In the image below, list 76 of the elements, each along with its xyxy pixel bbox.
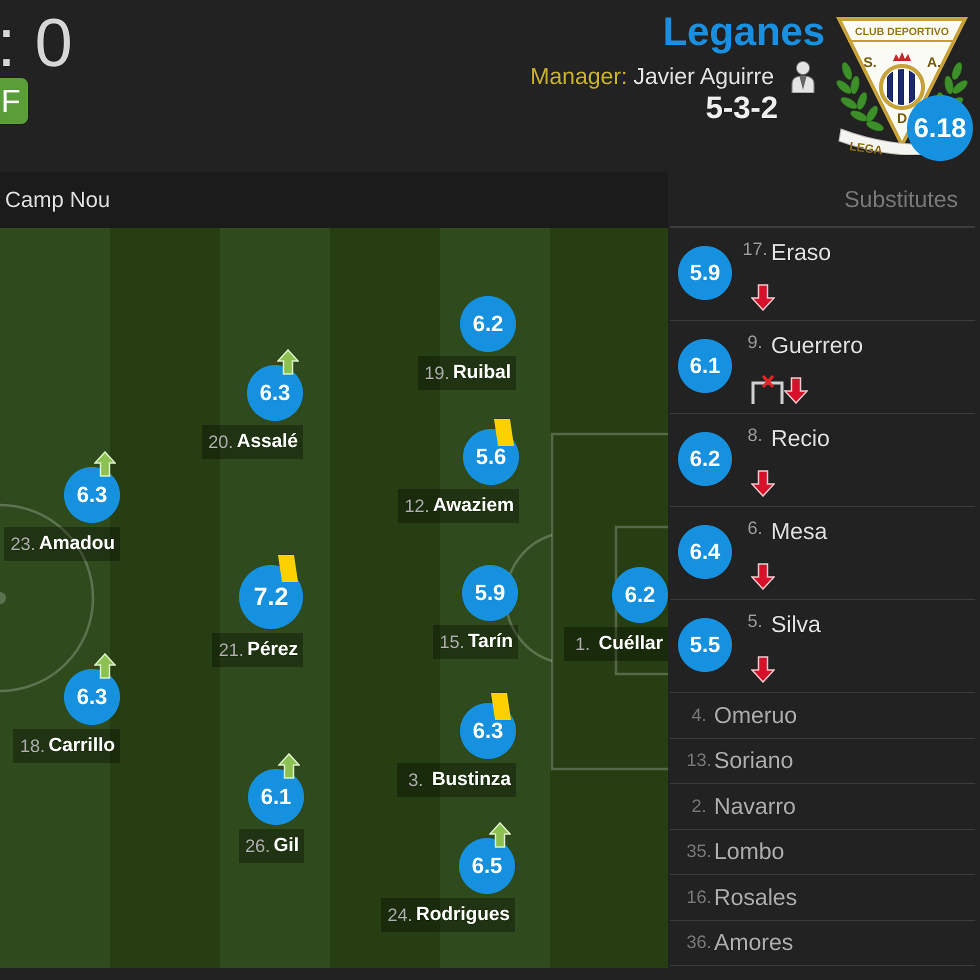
crest-letter: D	[896, 110, 908, 126]
player-rating: 6.5	[459, 838, 515, 894]
player-name[interactable]: Bustinza	[432, 769, 511, 791]
shirt-number: 23.	[9, 534, 37, 554]
player-rating: 5.9	[678, 246, 732, 300]
player-name[interactable]: Navarro	[714, 792, 796, 820]
player-rating: 6.3	[64, 669, 120, 725]
player-name[interactable]: Gil	[274, 835, 299, 857]
player-name[interactable]: Ruibal	[452, 362, 511, 384]
player-rating: 6.3	[460, 703, 516, 759]
venue-name: Camp Nou	[5, 187, 110, 213]
player-name[interactable]: Cuéllar	[598, 633, 663, 655]
player-name[interactable]: Eraso	[771, 238, 832, 266]
player-rating: 6.1	[678, 339, 732, 393]
shirt-number: 6.	[746, 517, 764, 539]
player-name[interactable]: Amores	[714, 929, 794, 956]
manager-name: Javier Aguirre	[633, 63, 774, 90]
shirt-number: 16.	[686, 886, 712, 908]
player-name[interactable]: Awaziem	[433, 495, 514, 517]
formation: 5-3-2	[706, 91, 778, 125]
player-rating: 6.2	[460, 296, 516, 352]
shirt-number: 18.	[18, 736, 46, 756]
shirt-number: 15.	[438, 632, 466, 652]
match-status-badge: F	[0, 78, 28, 124]
person-icon	[791, 60, 815, 93]
shirt-number: 36.	[686, 932, 712, 954]
player-name[interactable]: Recio	[771, 424, 830, 452]
player-rating: 6.4	[678, 525, 732, 579]
shirt-number: 9.	[746, 331, 764, 353]
shirt-number: 19.	[423, 362, 450, 384]
shirt-number: 12.	[404, 496, 431, 516]
shirt-number: 4.	[690, 704, 708, 726]
player-rating: 6.2	[678, 432, 732, 486]
player-rating: 5.6	[463, 429, 519, 485]
shirt-number: 2.	[690, 796, 708, 817]
manager-label: Manager:	[530, 63, 628, 90]
shirt-number: 21.	[218, 640, 245, 660]
shirt-number: 1.	[574, 634, 592, 654]
player-name[interactable]: Silva	[771, 610, 821, 638]
shirt-number: 35.	[686, 841, 712, 862]
crest-ribbon-text: LEGA	[848, 139, 884, 155]
player-rating: 6.1	[248, 769, 304, 825]
player-name[interactable]: Tarín	[468, 631, 513, 653]
player-rating: 6.3	[64, 467, 120, 523]
shirt-number: 26.	[244, 836, 272, 856]
player-rating: 6.2	[612, 567, 668, 623]
crest-letter: A.	[927, 54, 941, 70]
shirt-number: 13.	[686, 750, 712, 772]
substitutes-heading: Substitutes	[844, 186, 958, 212]
player-rating: 6.3	[247, 365, 303, 421]
center-spot	[0, 592, 6, 604]
shirt-number: 24.	[386, 904, 414, 926]
team-name[interactable]: Leganes	[662, 10, 825, 54]
player-name[interactable]: Mesa	[771, 517, 828, 545]
shirt-number: 17.	[741, 238, 769, 260]
player-rating: 5.5	[678, 618, 732, 672]
team-rating: 6.18	[907, 95, 973, 161]
player-name[interactable]: Omeruo	[714, 702, 798, 729]
player-name[interactable]: Guerrero	[771, 331, 864, 359]
shirt-number: 5.	[746, 610, 764, 632]
match-score: : 0	[0, 8, 73, 78]
shirt-number: 20.	[207, 432, 234, 452]
player-name[interactable]: Soriano	[714, 747, 794, 774]
player-name[interactable]: Lombo	[714, 838, 784, 866]
player-name[interactable]: Amadou	[39, 533, 115, 555]
player-name[interactable]: Rodrigues	[416, 904, 510, 926]
player-rating: 5.9	[462, 565, 518, 621]
shirt-number: 8.	[746, 424, 764, 446]
crest-letter: S.	[863, 54, 877, 70]
player-name[interactable]: Carrillo	[48, 735, 115, 757]
player-rating: 7.2	[239, 565, 303, 629]
shirt-number: 3.	[407, 770, 424, 790]
crest-lettering: CLUB DEPORTIVO	[855, 26, 949, 38]
player-name[interactable]: Assalé	[236, 431, 298, 453]
player-name[interactable]: Rosales	[714, 884, 798, 911]
player-name[interactable]: Pérez	[247, 639, 298, 661]
